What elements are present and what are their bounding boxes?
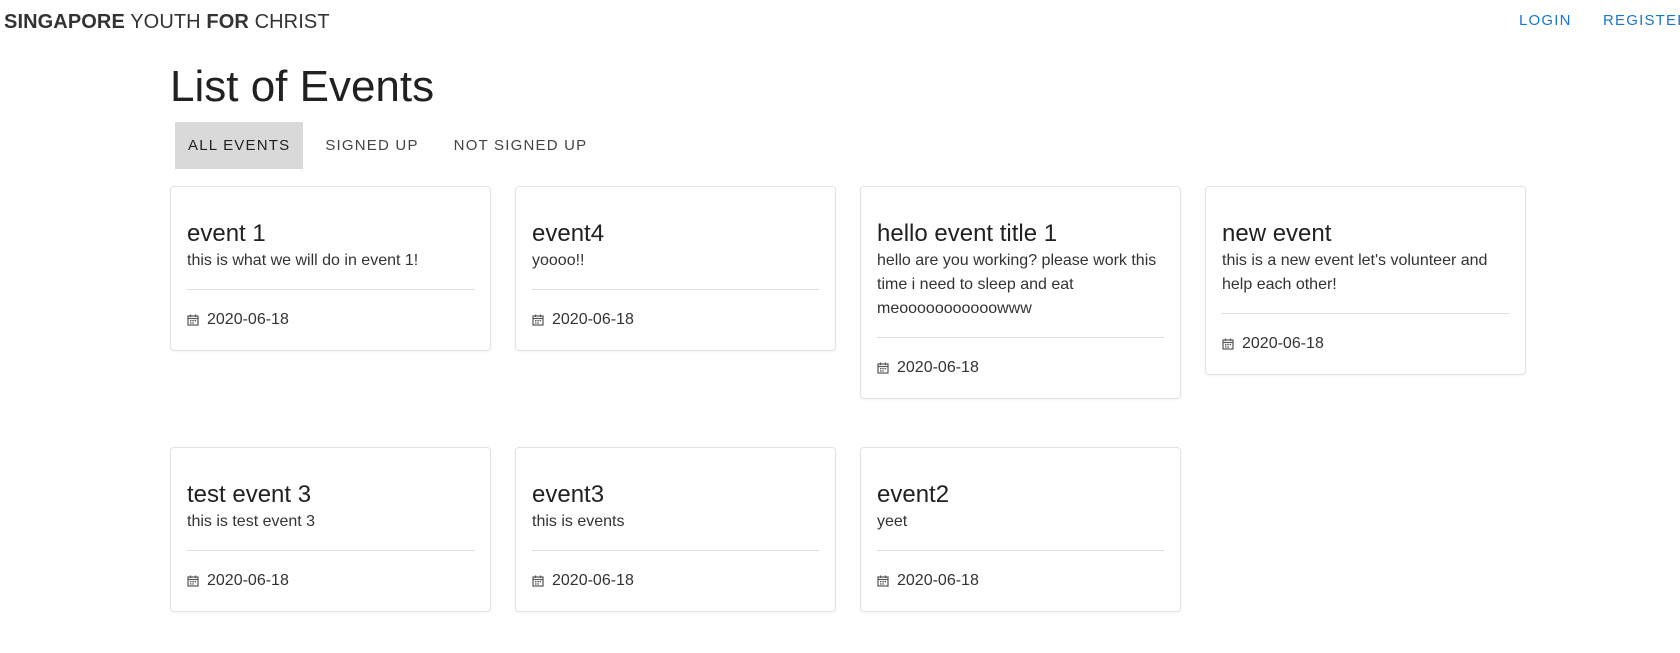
event-card[interactable]: event4 yoooo!! 2020-06-18 xyxy=(515,186,836,351)
event-date-row: 2020-06-18 xyxy=(532,551,819,611)
event-date: 2020-06-18 xyxy=(897,359,979,376)
event-date: 2020-06-18 xyxy=(207,572,289,589)
calendar-icon xyxy=(187,575,199,587)
event-title: event3 xyxy=(532,481,605,508)
event-date: 2020-06-18 xyxy=(1242,335,1324,352)
event-date: 2020-06-18 xyxy=(552,572,634,589)
calendar-icon xyxy=(1222,338,1234,350)
event-filter-tabs: ALL EVENTS SIGNED UP NOT SIGNED UP xyxy=(175,122,600,169)
event-description: hello are you working? please work this … xyxy=(877,252,1157,317)
tab-signed-up[interactable]: SIGNED UP xyxy=(312,122,431,169)
event-description: this is what we will do in event 1! xyxy=(187,252,419,269)
event-title: hello event title 1 xyxy=(877,220,1058,247)
event-date: 2020-06-18 xyxy=(552,311,634,328)
event-description: this is a new event let's volunteer and … xyxy=(1222,252,1488,293)
app-bar: SINGAPORE YOUTH FOR CHRIST LOGIN REGISTE… xyxy=(0,0,1680,44)
event-title: event4 xyxy=(532,220,605,247)
event-card[interactable]: event3 this is events 2020-06-18 xyxy=(515,447,836,612)
event-date-row: 2020-06-18 xyxy=(187,551,474,611)
register-button[interactable]: REGISTER xyxy=(1603,12,1680,29)
event-date-row: 2020-06-18 xyxy=(877,338,1164,398)
brand-part-singapore: SINGAPORE xyxy=(4,11,125,33)
brand-logo[interactable]: SINGAPORE YOUTH FOR CHRIST xyxy=(4,11,330,34)
calendar-icon xyxy=(877,362,889,374)
event-card[interactable]: event2 yeet 2020-06-18 xyxy=(860,447,1181,612)
event-title: event 1 xyxy=(187,220,266,247)
event-card[interactable]: test event 3 this is test event 3 2020-0… xyxy=(170,447,491,612)
event-date-row: 2020-06-18 xyxy=(187,290,474,350)
event-date-row: 2020-06-18 xyxy=(532,290,819,350)
event-description: this is test event 3 xyxy=(187,513,316,530)
event-card[interactable]: hello event title 1 hello are you workin… xyxy=(860,186,1181,399)
event-description: this is events xyxy=(532,513,625,530)
calendar-icon xyxy=(532,575,544,587)
tab-not-signed-up[interactable]: NOT SIGNED UP xyxy=(441,122,601,169)
calendar-icon xyxy=(877,575,889,587)
event-description: yoooo!! xyxy=(532,252,585,269)
brand-part-youth: YOUTH xyxy=(130,11,201,33)
event-description: yeet xyxy=(877,513,908,530)
brand-part-christ: CHRIST xyxy=(254,11,330,33)
event-card[interactable]: event 1 this is what we will do in event… xyxy=(170,186,491,351)
brand-part-for: FOR xyxy=(206,11,249,33)
event-title: test event 3 xyxy=(187,481,312,508)
event-card[interactable]: new event this is a new event let's volu… xyxy=(1205,186,1526,375)
event-title: event2 xyxy=(877,481,950,508)
calendar-icon xyxy=(187,314,199,326)
page-title: List of Events xyxy=(170,62,435,111)
calendar-icon xyxy=(532,314,544,326)
event-title: new event xyxy=(1222,220,1332,247)
login-button[interactable]: LOGIN xyxy=(1519,12,1572,29)
event-date-row: 2020-06-18 xyxy=(1222,314,1509,374)
event-date: 2020-06-18 xyxy=(207,311,289,328)
event-date: 2020-06-18 xyxy=(897,572,979,589)
tab-all-events[interactable]: ALL EVENTS xyxy=(175,122,304,169)
event-date-row: 2020-06-18 xyxy=(877,551,1164,611)
